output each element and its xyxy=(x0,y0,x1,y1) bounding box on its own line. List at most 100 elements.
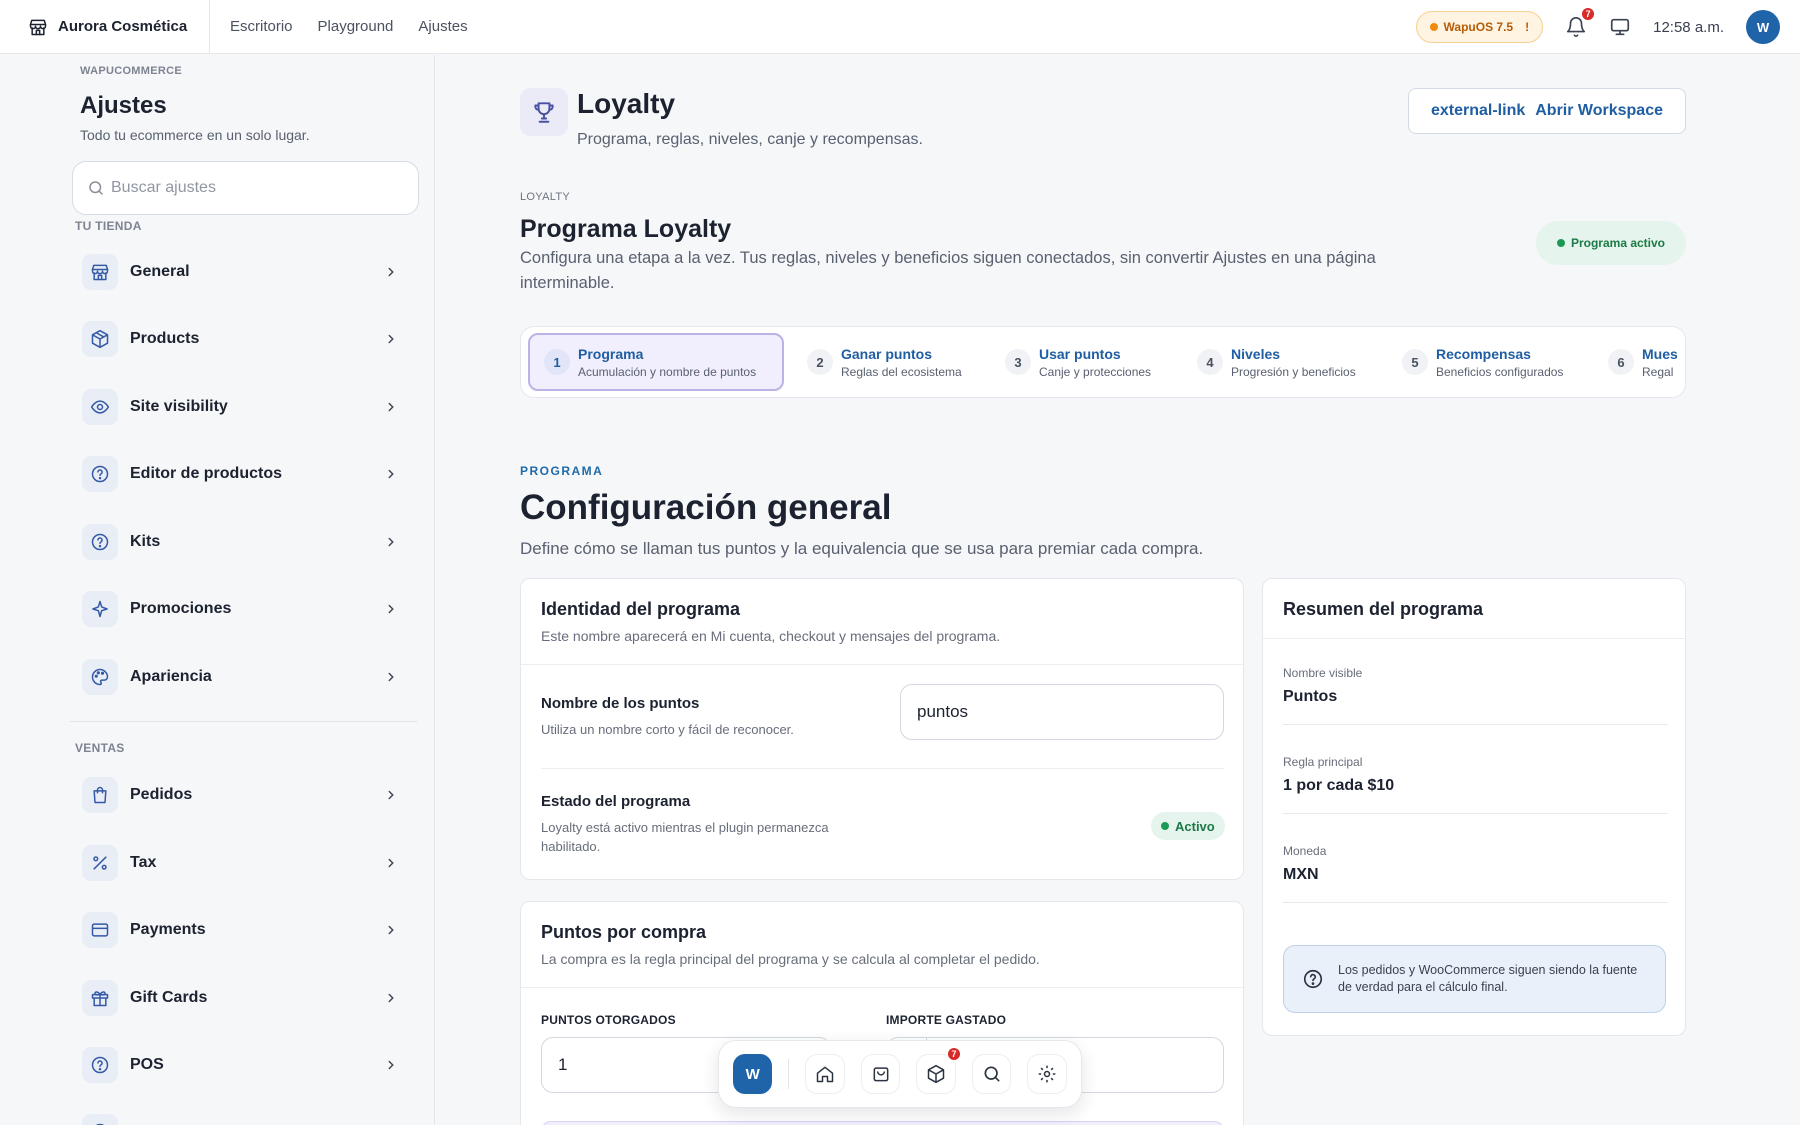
sidebar-item-promociones[interactable]: Promociones xyxy=(82,589,412,629)
section-kicker: PROGRAMA xyxy=(520,464,604,478)
step-title: Mues xyxy=(1642,345,1678,362)
sidebar-item-payments[interactable]: Payments xyxy=(82,910,412,950)
user-avatar[interactable]: W xyxy=(1746,10,1780,44)
box-icon[interactable]: 7 xyxy=(916,1046,962,1094)
dock-notification-badge: 7 xyxy=(945,1046,962,1062)
clock: 12:58 a.m. xyxy=(1653,18,1724,36)
card-icon xyxy=(82,912,118,948)
page-subtitle: Programa, reglas, niveles, canje y recom… xyxy=(577,131,923,148)
nav-ajustes[interactable]: Ajustes xyxy=(418,18,467,35)
monitor-icon[interactable] xyxy=(1609,16,1631,38)
summary-info-box: Los pedidos y WooCommerce siguen siendo … xyxy=(1283,945,1666,1013)
step-description: Regal xyxy=(1642,364,1674,379)
help-circle-icon xyxy=(82,1047,118,1083)
sidebar-item-label: Promociones xyxy=(130,600,232,617)
status-dot xyxy=(1161,822,1169,830)
chevron-right-icon xyxy=(388,469,394,479)
sidebar-item-apariencia[interactable]: Apariencia xyxy=(82,657,412,697)
program-state-help: Loyalty está activo mientras el plugin p… xyxy=(541,820,829,854)
gear-icon[interactable] xyxy=(1027,1054,1067,1094)
sidebar-item-products[interactable]: Products xyxy=(82,319,412,359)
step-description: Beneficios configurados xyxy=(1436,364,1564,379)
chevron-right-icon xyxy=(388,334,394,344)
step-programa[interactable]: 1 Programa Acumulación y nombre de puntos xyxy=(528,333,784,391)
points-name-input[interactable] xyxy=(917,702,1223,722)
chevron-right-icon xyxy=(388,925,394,935)
step-number: 6 xyxy=(1608,349,1634,375)
purchase-card-header: Puntos por compra La compra es la regla … xyxy=(521,902,1243,988)
step-recompensas[interactable]: 5 Recompensas Beneficios configurados xyxy=(1388,333,1563,391)
step-description: Reglas del ecosistema xyxy=(841,364,962,379)
sidebar-item-site-visibility[interactable]: Site visibility xyxy=(82,387,412,427)
program-state-row: Estado del programa Loyalty está activo … xyxy=(541,793,881,856)
sidebar-item-label: Products xyxy=(130,330,200,347)
points-name-field[interactable] xyxy=(900,684,1224,740)
page-title: Loyalty xyxy=(577,88,676,119)
chevron-right-icon xyxy=(388,858,394,868)
sidebar-item-label: Gift Cards xyxy=(130,989,208,1006)
chevron-right-icon xyxy=(388,790,394,800)
sidebar-subtitle: Todo tu ecommerce en un solo lugar. xyxy=(80,127,310,143)
chevron-right-icon xyxy=(388,672,394,682)
sidebar-item-kits[interactable]: Kits xyxy=(82,522,412,562)
section-description: Define cómo se llaman tus puntos y la eq… xyxy=(520,539,1204,558)
dock-wapu-button[interactable]: W xyxy=(733,1054,773,1094)
nav-playground[interactable]: Playground xyxy=(318,18,394,35)
summary-label: Regla principal xyxy=(1283,755,1363,769)
wapuos-version-badge[interactable]: WapuOS 7.5 ! xyxy=(1415,11,1544,43)
summary-value: MXN xyxy=(1283,866,1319,883)
settings-sidebar: WAPUCOMMERCE Ajustes Todo tu ecommerce e… xyxy=(0,55,435,1125)
sidebar-item-tax[interactable]: Tax xyxy=(82,843,412,883)
sidebar-divider xyxy=(70,721,417,722)
chevron-right-icon xyxy=(388,267,394,277)
sidebar-title: Ajustes xyxy=(80,92,167,119)
sidebar-item-general[interactable]: General xyxy=(82,252,412,292)
sidebar-item-pedidos[interactable]: Pedidos xyxy=(82,775,412,815)
open-workspace-button[interactable]: external-link Abrir Workspace xyxy=(1408,88,1686,134)
points-awarded-label: PUNTOS OTORGADOS xyxy=(541,1013,676,1027)
sidebar-item-pos[interactable]: POS xyxy=(82,1045,412,1085)
step-title: Niveles xyxy=(1231,345,1281,362)
help-circle-icon xyxy=(82,456,118,492)
step-usar-puntos[interactable]: 3 Usar puntos Canje y protecciones xyxy=(991,333,1151,391)
step-number: 2 xyxy=(807,349,833,375)
step-number: 5 xyxy=(1402,349,1428,375)
program-kicker: LOYALTY xyxy=(520,191,570,203)
settings-search[interactable] xyxy=(72,161,419,215)
card-subtitle: Este nombre aparecerá en Mi cuenta, chec… xyxy=(541,628,1001,644)
sidebar-item-more[interactable] xyxy=(82,1112,412,1125)
sidebar-item-editor-de-productos[interactable]: Editor de productos xyxy=(82,454,412,494)
step-ganar-puntos[interactable]: 2 Ganar puntos Reglas del ecosistema xyxy=(793,333,962,391)
store-icon xyxy=(82,254,118,290)
notifications-button[interactable]: 7 xyxy=(1565,6,1597,38)
program-status-label: Programa activo xyxy=(1570,236,1666,250)
points-name-help: Utiliza un nombre corto y fácil de recon… xyxy=(541,722,794,737)
settings-search-input[interactable] xyxy=(111,179,391,197)
sidebar-item-label: Apariencia xyxy=(130,668,212,685)
search-icon[interactable] xyxy=(971,1054,1012,1094)
brand-name: Aurora Cosmética xyxy=(58,18,188,35)
sidebar-item-gift-cards[interactable]: Gift Cards xyxy=(82,978,412,1018)
sidebar-item-label: Pedidos xyxy=(130,786,193,803)
step-title: Recompensas xyxy=(1436,345,1531,362)
summary-label: Moneda xyxy=(1283,844,1327,858)
eye-icon xyxy=(82,389,118,425)
step-niveles[interactable]: 4 Niveles Progresión y beneficios xyxy=(1183,333,1356,391)
step-muestras[interactable]: 6 Mues Regal xyxy=(1594,333,1678,391)
section-ventas: VENTAS xyxy=(75,741,125,755)
sidebar-item-label: Site visibility xyxy=(130,398,228,415)
nav-escritorio[interactable]: Escritorio xyxy=(230,18,293,35)
brand[interactable]: Aurora Cosmética xyxy=(0,0,210,54)
box-icon xyxy=(82,321,118,357)
home-icon[interactable] xyxy=(805,1054,845,1094)
identity-card: Identidad del programa Este nombre apare… xyxy=(520,578,1244,880)
palette-icon xyxy=(82,659,118,695)
bag-icon[interactable] xyxy=(860,1054,901,1094)
sidebar-item-label: POS xyxy=(130,1056,164,1073)
card-title: Identidad del programa xyxy=(541,599,741,619)
row-divider xyxy=(541,768,1224,769)
step-title: Usar puntos xyxy=(1039,345,1121,362)
program-state-label: Estado del programa xyxy=(541,793,691,810)
bottom-dock: W 7 xyxy=(718,1040,1082,1108)
step-number: 4 xyxy=(1197,349,1223,375)
